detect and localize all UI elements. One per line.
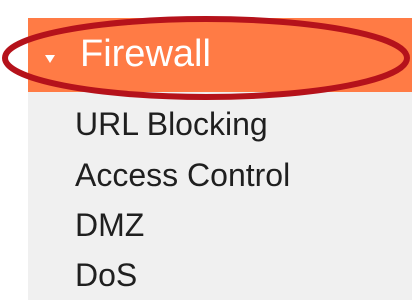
menu-item-dmz[interactable]: DMZ [75, 206, 144, 244]
menu-item-url-blocking[interactable]: URL Blocking [75, 105, 268, 143]
firewall-menu-header[interactable]: Firewall [28, 18, 412, 92]
caret-down-icon [45, 55, 55, 63]
sidebar-menu: Firewall URL Blocking Access Control DMZ… [28, 18, 412, 300]
menu-item-access-control[interactable]: Access Control [75, 156, 290, 194]
menu-title: Firewall [80, 33, 211, 75]
menu-item-dos[interactable]: DoS [75, 256, 137, 294]
